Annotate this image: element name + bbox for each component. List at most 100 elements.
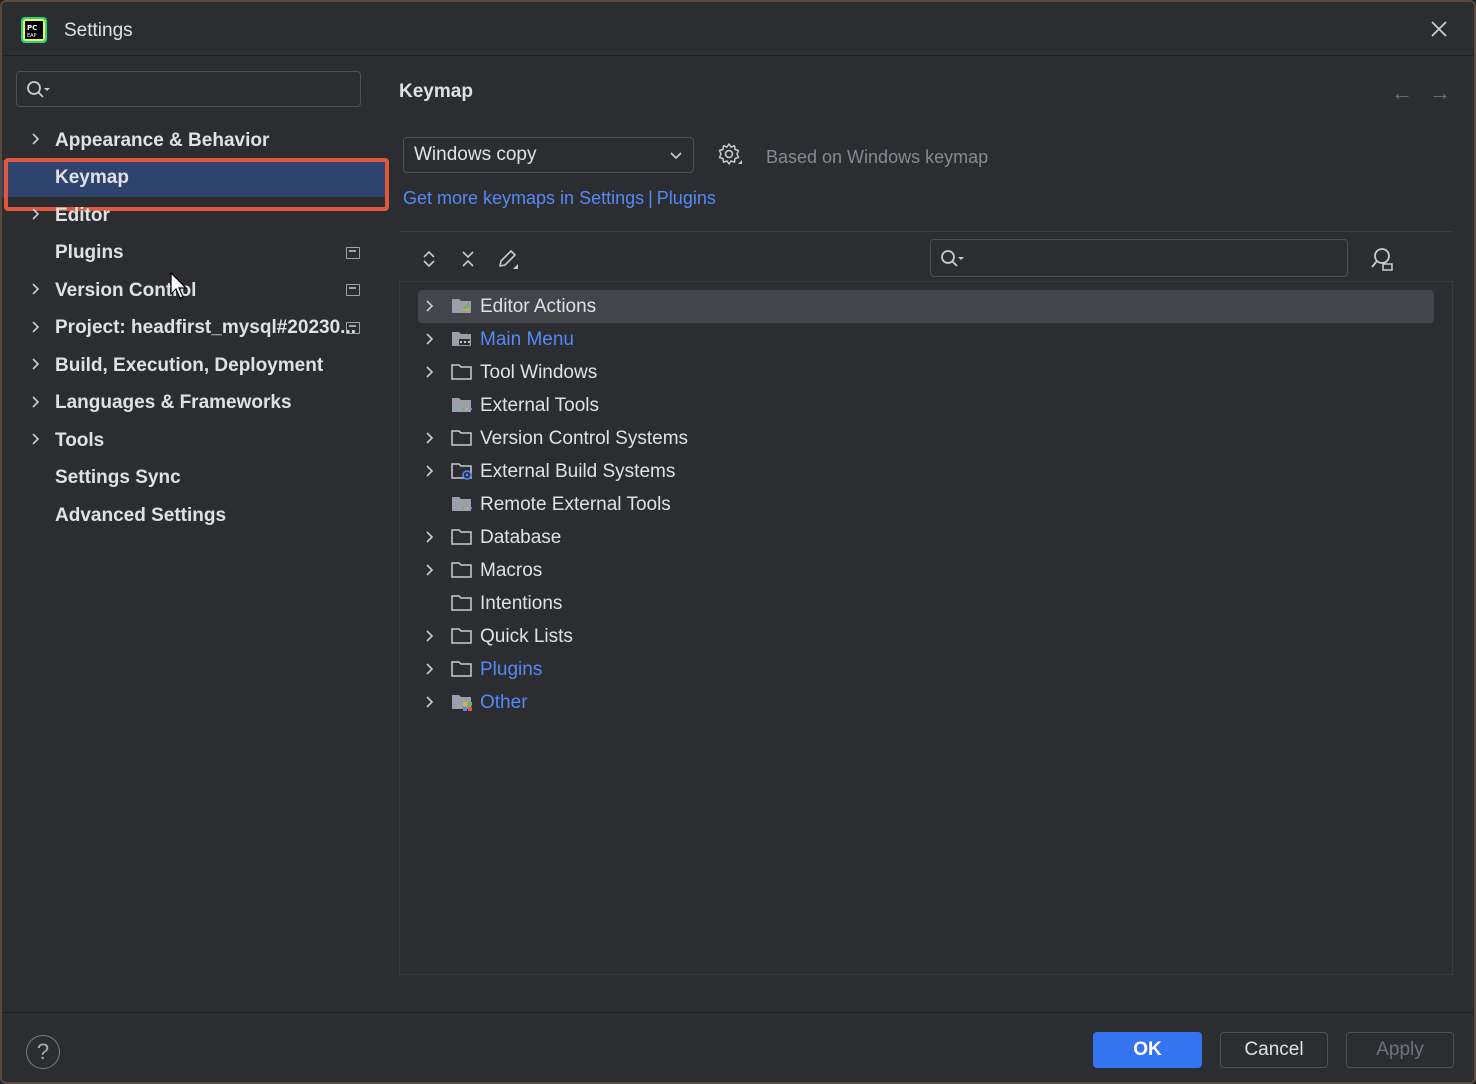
- folder-icon: [451, 628, 472, 644]
- folder-icon: [451, 364, 472, 380]
- chevron-right-icon[interactable]: [424, 630, 436, 642]
- tree-node-main-menu[interactable]: Main Menu: [418, 323, 1434, 356]
- forward-arrow-icon[interactable]: →: [1429, 80, 1451, 106]
- chevron-right-icon[interactable]: [424, 531, 436, 543]
- chevron-right-icon[interactable]: [29, 282, 43, 296]
- tree-node-external-tools[interactable]: External Tools: [418, 389, 1434, 422]
- tree-node-plugins[interactable]: Plugins: [418, 653, 1434, 686]
- collapse-all-icon[interactable]: [457, 248, 479, 270]
- close-icon[interactable]: [1426, 16, 1452, 42]
- sidebar-search-input[interactable]: [61, 76, 351, 102]
- based-on-label: Based on Windows keymap: [766, 147, 989, 167]
- sidebar-item-label: Project: headfirst_mysql#20230...: [55, 317, 356, 339]
- sidebar-item-label: Build, Execution, Deployment: [55, 354, 324, 376]
- cancel-button[interactable]: Cancel: [1220, 1032, 1328, 1068]
- chevron-right-icon[interactable]: [29, 207, 43, 221]
- project-level-icon: [346, 284, 360, 296]
- sidebar-item-settings-sync[interactable]: Settings Sync: [2, 460, 386, 498]
- chevron-right-icon[interactable]: [424, 564, 436, 576]
- history-nav: ← →: [1391, 80, 1451, 106]
- sidebar-item-keymap[interactable]: Keymap: [2, 157, 389, 210]
- tree-node-label: Editor Actions: [480, 296, 597, 317]
- keymap-toolbar: [399, 231, 1453, 281]
- sidebar-item-tools[interactable]: Tools: [2, 422, 386, 460]
- other-folder-icon: [452, 695, 472, 711]
- action-search-input[interactable]: [975, 245, 1335, 271]
- chevron-right-icon[interactable]: [424, 366, 436, 378]
- back-arrow-icon[interactable]: ←: [1391, 80, 1413, 106]
- sidebar-item-version-control[interactable]: Version Control: [2, 272, 386, 310]
- menu-folder-icon: [452, 332, 471, 346]
- tree-node-editor-actions[interactable]: Editor Actions: [418, 290, 1434, 323]
- edit-shortcut-icon[interactable]: [496, 248, 518, 270]
- tree-node-version-control-systems[interactable]: Version Control Systems: [418, 422, 1434, 455]
- chevron-right-icon[interactable]: [424, 663, 436, 675]
- tree-node-label: Quick Lists: [480, 626, 573, 647]
- chevron-right-icon[interactable]: [29, 395, 43, 409]
- chevron-right-icon[interactable]: [29, 357, 43, 371]
- page-title: Keymap: [399, 81, 473, 102]
- tree-node-intentions[interactable]: Intentions: [418, 587, 1434, 620]
- keymap-panel: Keymap ← → Windows copy Based on Windows…: [399, 56, 1461, 1011]
- tree-node-label: External Tools: [480, 395, 599, 416]
- project-level-icon: [346, 321, 360, 334]
- sidebar-search-field[interactable]: [16, 71, 361, 107]
- tree-node-label: Tool Windows: [480, 362, 598, 383]
- sidebar-item-label: Tools: [55, 429, 105, 451]
- tree-node-external-build-systems[interactable]: External Build Systems: [418, 455, 1434, 488]
- chevron-right-icon[interactable]: [424, 432, 436, 444]
- tree-node-remote-external-tools[interactable]: Remote External Tools: [418, 488, 1434, 521]
- sidebar-item-advanced-settings[interactable]: Advanced Settings: [2, 497, 386, 535]
- tree-node-quick-lists[interactable]: Quick Lists: [418, 620, 1434, 653]
- tree-node-label: Remote External Tools: [480, 494, 671, 515]
- tree-node-database[interactable]: Database: [418, 521, 1434, 554]
- tree-node-label: Main Menu: [480, 329, 574, 350]
- actions-tree: Editor Actions Main Menu Tool Windows Exter…: [399, 281, 1453, 975]
- tree-node-other[interactable]: Other: [418, 686, 1434, 719]
- chevron-right-icon[interactable]: [424, 300, 436, 312]
- sidebar-item-project-headfirst-mysql-20230[interactable]: Project: headfirst_mysql#20230...: [2, 310, 386, 348]
- help-button[interactable]: ?: [26, 1035, 60, 1069]
- tools-folder-icon: [452, 398, 472, 412]
- action-search-field[interactable]: [930, 239, 1348, 277]
- sidebar-item-label: Plugins: [55, 242, 124, 264]
- tree-node-macros[interactable]: Macros: [418, 554, 1434, 587]
- tree-node-label: Database: [480, 527, 562, 548]
- chevron-right-icon[interactable]: [29, 432, 43, 446]
- mouse-cursor-icon: [170, 272, 188, 299]
- sidebar-item-languages-frameworks[interactable]: Languages & Frameworks: [2, 385, 386, 423]
- sidebar-item-build-execution-deployment[interactable]: Build, Execution, Deployment: [2, 347, 386, 385]
- keymap-dropdown[interactable]: Windows copy: [403, 137, 694, 173]
- chevron-right-icon[interactable]: [424, 696, 436, 708]
- sidebar-item-label: Appearance & Behavior: [55, 129, 270, 151]
- tools-folder-icon: [452, 497, 472, 511]
- sidebar-item-plugins[interactable]: Plugins: [2, 235, 386, 273]
- tree-node-label: Plugins: [480, 659, 543, 680]
- sidebar-item-label: Keymap: [55, 167, 129, 189]
- settings-link[interactable]: Get more keymaps in Settings: [403, 188, 644, 208]
- expand-all-icon[interactable]: [418, 248, 440, 270]
- sidebar-item-appearance-behavior[interactable]: Appearance & Behavior: [2, 122, 386, 160]
- folder-icon: [451, 661, 472, 677]
- gear-icon[interactable]: [717, 142, 743, 168]
- folder-icon: [451, 562, 472, 578]
- chevron-right-icon[interactable]: [424, 465, 436, 477]
- folder-icon: [451, 595, 472, 611]
- tree-node-tool-windows[interactable]: Tool Windows: [418, 356, 1434, 389]
- search-icon: [27, 81, 50, 98]
- chevron-right-icon[interactable]: [424, 333, 436, 345]
- apply-button[interactable]: Apply: [1346, 1032, 1454, 1068]
- keymap-dropdown-value: Windows copy: [414, 144, 537, 165]
- tree-node-label: Macros: [480, 560, 543, 581]
- folder-icon: [451, 430, 472, 446]
- find-by-shortcut-icon[interactable]: [1369, 246, 1395, 272]
- link-separator: |: [648, 188, 653, 208]
- search-icon: [941, 250, 964, 267]
- ok-button[interactable]: OK: [1093, 1032, 1202, 1068]
- sidebar-item-editor[interactable]: Editor: [2, 197, 386, 235]
- keymap-links: Get more keymaps in Settings | Plugins: [403, 188, 716, 209]
- chevron-right-icon[interactable]: [29, 320, 43, 334]
- chevron-down-icon: [670, 152, 682, 160]
- chevron-right-icon[interactable]: [29, 132, 43, 146]
- plugins-link[interactable]: Plugins: [657, 188, 716, 208]
